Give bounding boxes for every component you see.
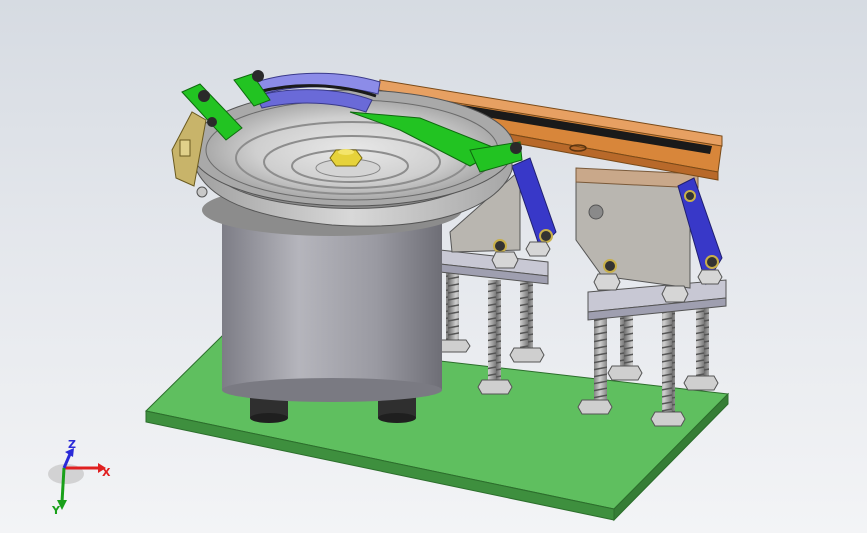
y-axis-label: Y: [51, 504, 61, 517]
z-axis-label: Z: [68, 438, 76, 451]
center-nut: [329, 149, 363, 167]
orientation-triad[interactable]: X Y Z: [40, 438, 120, 518]
x-axis-label: X: [102, 466, 111, 479]
cad-viewport[interactable]: X Y Z: [0, 0, 867, 533]
vibratory-bowl-feeder-model[interactable]: [0, 0, 867, 533]
right-support-bracket[interactable]: [575, 167, 727, 321]
y-axis-arrow: [60, 467, 66, 503]
